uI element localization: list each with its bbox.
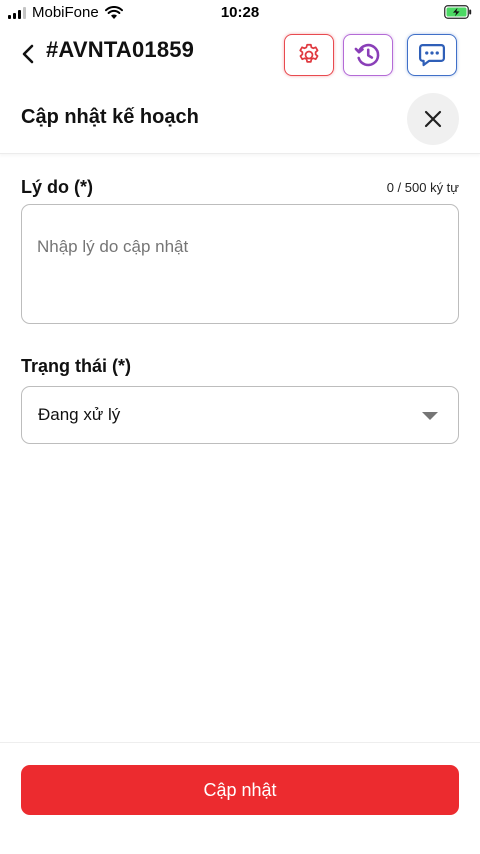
- back-chevron-icon[interactable]: [18, 42, 40, 66]
- chat-button[interactable]: [407, 34, 457, 76]
- reason-label: Lý do (*): [21, 177, 93, 197]
- battery-charging-icon: [444, 5, 472, 19]
- order-id-title: #AVNTA01859: [46, 37, 195, 62]
- close-button[interactable]: [407, 93, 459, 145]
- settings-gear-icon: [299, 43, 319, 63]
- update-plan-screen: MobiFone 10:28 #AVNTA01859 Cập nhật kế h…: [0, 0, 480, 854]
- update-submit-button[interactable]: Cập nhật: [21, 765, 459, 815]
- chat-bubble-icon: [418, 43, 446, 67]
- history-clock-icon: [354, 43, 380, 67]
- status-bar: MobiFone 10:28: [0, 0, 480, 26]
- status-select[interactable]: Đang xử lý: [21, 386, 459, 444]
- status-time: 10:28: [220, 4, 260, 21]
- sheet-title: Cập nhật kế hoạch: [21, 106, 199, 128]
- dropdown-caret-icon: [422, 412, 438, 420]
- status-label: Trạng thái (*): [21, 356, 132, 376]
- reason-textarea[interactable]: [21, 204, 459, 324]
- footer-divider: [0, 742, 480, 743]
- reason-char-counter: 0 / 500 ký tự: [386, 180, 459, 195]
- settings-button[interactable]: [284, 34, 334, 76]
- sheet-header: Cập nhật kế hoạch: [0, 86, 480, 154]
- close-x-icon: [424, 110, 442, 128]
- app-header: #AVNTA01859: [0, 26, 480, 82]
- status-selected-value: Đang xử lý: [38, 405, 121, 424]
- history-button[interactable]: [343, 34, 393, 76]
